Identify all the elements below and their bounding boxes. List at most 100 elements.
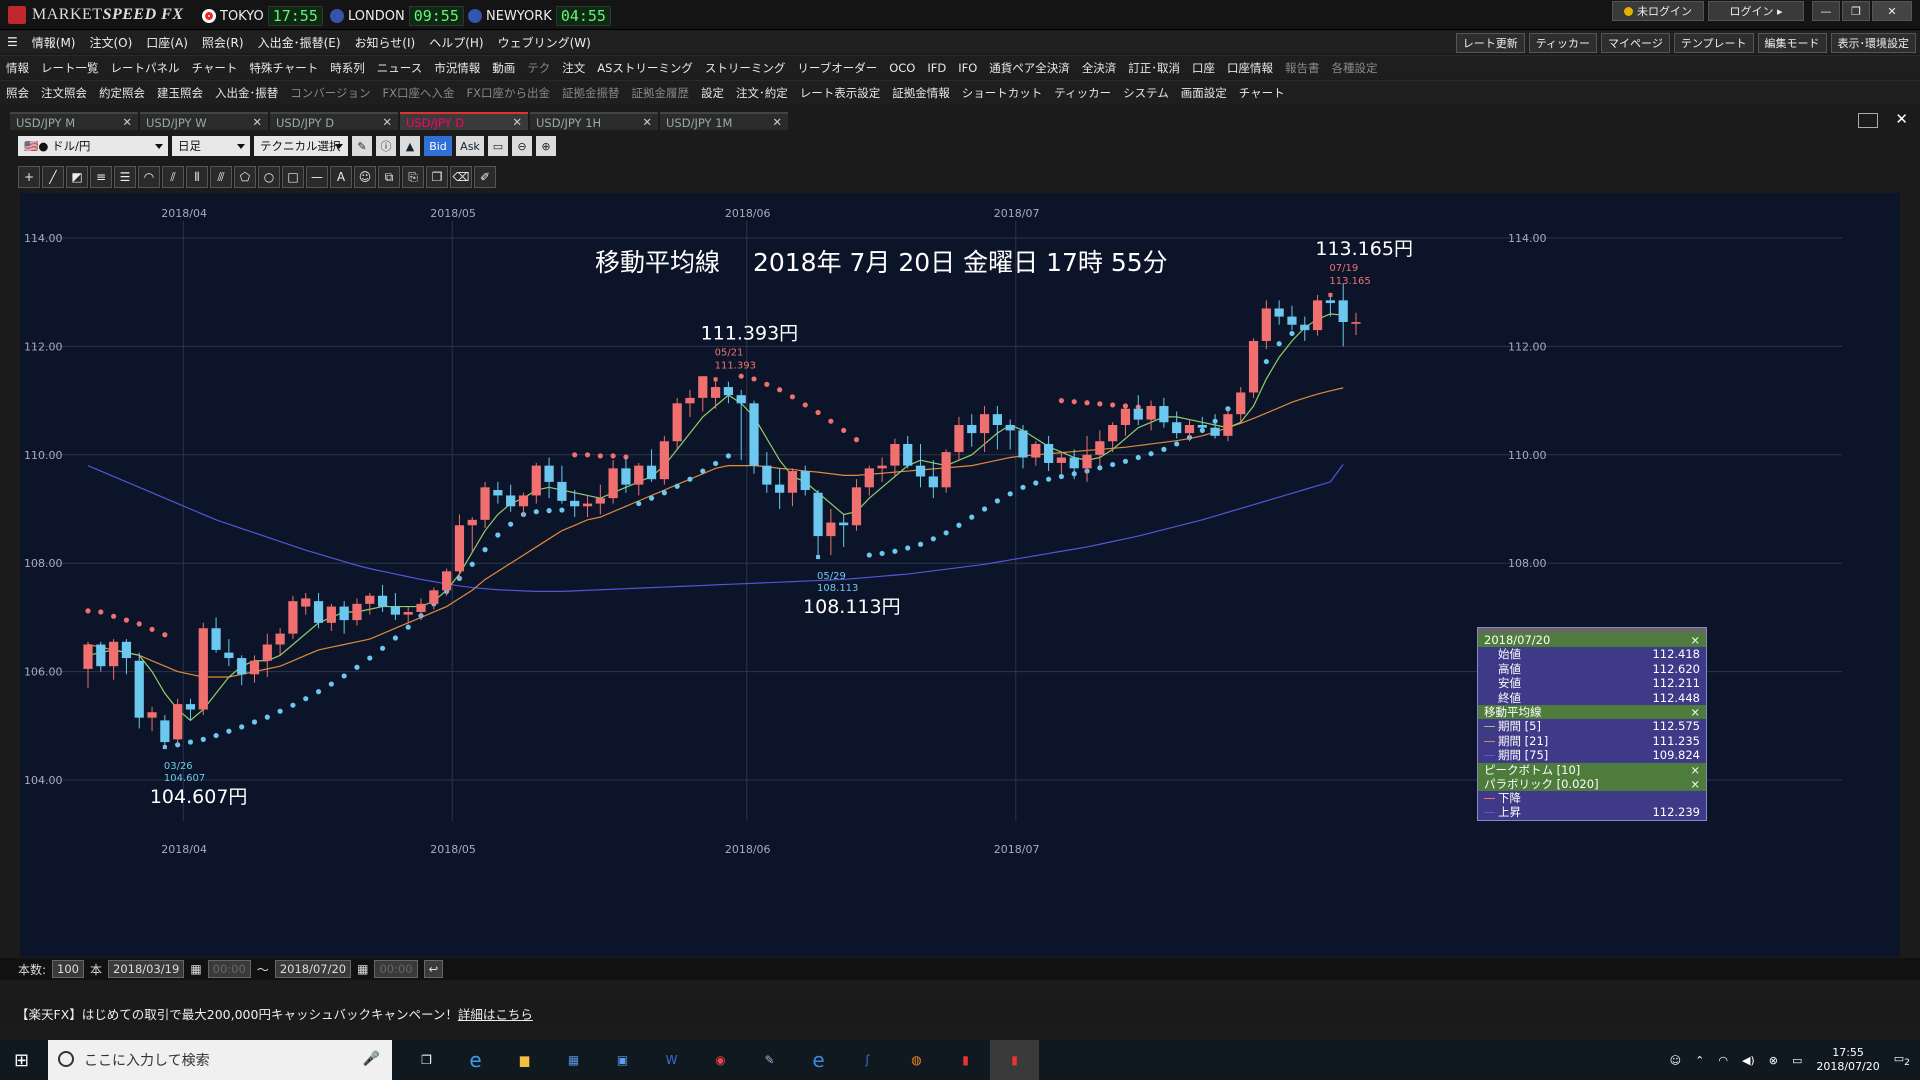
crosshair-icon[interactable]: + (18, 166, 40, 188)
toolbar1-item[interactable]: ストリーミング (699, 60, 792, 76)
tab-chart[interactable]: USD/JPY W ✕ (140, 112, 268, 130)
toolbar1-item[interactable]: チャート (186, 60, 244, 76)
mypage-button[interactable]: マイページ (1601, 33, 1670, 53)
edge-icon[interactable]: e (794, 1040, 843, 1080)
menu-inquiry[interactable]: 照会(R) (195, 34, 251, 51)
rectangle-icon[interactable]: □ (282, 166, 304, 188)
taskbar-search[interactable]: ここに入力して検索 🎤 (48, 1040, 392, 1080)
pen-icon[interactable]: ✎ (352, 136, 372, 156)
trendline-icon[interactable]: ╱ (42, 166, 64, 188)
delete-icon[interactable]: ⌫ (450, 166, 472, 188)
toolbar2-item[interactable]: 証拠金情報 (886, 85, 956, 101)
eraser-icon[interactable]: ◩ (66, 166, 88, 188)
toolbar1-item[interactable]: IFO (952, 61, 983, 75)
toolbar2-item[interactable]: 建玉照会 (151, 85, 209, 101)
channel-icon[interactable]: ⫻ (210, 166, 232, 188)
horizontal-lines-icon[interactable]: ≡ (90, 166, 112, 188)
window-icon[interactable]: ▣ (598, 1040, 647, 1080)
close-icon[interactable]: × (1690, 705, 1700, 719)
to-time-input[interactable]: 00:00 (374, 960, 418, 978)
menu-deposit[interactable]: 入出金･振替(E) (251, 34, 348, 51)
keyboard-icon[interactable]: ▭ (1792, 1054, 1802, 1067)
tab-chart[interactable]: USD/JPY D ✕ (400, 112, 528, 130)
toolbar1-item[interactable]: 報告書 (1279, 60, 1326, 76)
zoom-out-icon[interactable]: ⊖ (512, 136, 532, 156)
toolbar1-item[interactable]: ニュース (371, 60, 428, 76)
toolbar2-item[interactable]: ティッカー (1048, 85, 1117, 101)
ie-icon[interactable]: e (451, 1040, 500, 1080)
calendar-icon[interactable]: ▦ (357, 962, 368, 976)
display-settings-button[interactable]: 表示･環境設定 (1830, 33, 1916, 53)
from-time-input[interactable]: 00:00 (207, 960, 251, 978)
toolbar1-item[interactable]: 通貨ペア全決済 (983, 60, 1076, 76)
orange-app-icon[interactable]: ◍ (892, 1040, 941, 1080)
close-icon[interactable]: × (1690, 633, 1700, 647)
tab-chart[interactable]: USD/JPY 1M ✕ (660, 112, 788, 130)
people-icon[interactable]: ☺ (1670, 1054, 1681, 1067)
toolbar1-item[interactable]: 全決済 (1076, 60, 1123, 76)
close-tab-icon[interactable]: ✕ (382, 115, 392, 129)
ticker-button[interactable]: ティッカー (1528, 33, 1598, 53)
maximize-chart-icon[interactable] (1858, 113, 1878, 128)
toolbar1-item[interactable]: 口座情報 (1221, 60, 1279, 76)
rate-update-button[interactable]: レート更新 (1455, 33, 1525, 53)
calendar-icon[interactable]: ▦ (190, 962, 201, 976)
close-icon[interactable]: × (1690, 777, 1700, 791)
to-date-input[interactable]: 2018/07/20 (274, 960, 352, 978)
text-icon[interactable]: A (330, 166, 352, 188)
task-view-icon[interactable]: ❐ (402, 1040, 451, 1080)
toolbar1-item[interactable]: ASストリーミング (591, 60, 699, 76)
word-icon[interactable]: W (647, 1040, 696, 1080)
menu-toggle-icon[interactable]: ☰ (0, 35, 25, 49)
fan-icon[interactable]: ⫽ (162, 166, 184, 188)
delete-all-icon[interactable]: ✐ (474, 166, 496, 188)
period-select[interactable]: 日足 (172, 136, 250, 156)
refresh-icon[interactable]: ↩ (423, 960, 444, 978)
count-input[interactable]: 100 (52, 960, 84, 978)
toolbar2-item[interactable]: 約定照会 (93, 85, 151, 101)
chart-info-box[interactable]: 2018/07/20 × 始値 112.418 高値 112.620 安値 112.21… (1477, 627, 1707, 821)
fibonacci-icon[interactable]: ☰ (114, 166, 136, 188)
toolbar2-item[interactable]: 証拠金振替 (556, 85, 626, 101)
toolbar2-item[interactable]: 画面設定 (1175, 85, 1233, 101)
marketspeed-fx-icon[interactable]: ▮ (990, 1040, 1039, 1080)
marketspeed-icon[interactable]: ▮ (941, 1040, 990, 1080)
technical-select[interactable]: テクニカル選択 (254, 136, 348, 156)
toolbar1-item[interactable]: テク (521, 60, 556, 76)
currency-pair-select[interactable]: 🇺🇸● ドル/円 (18, 136, 168, 156)
menu-info[interactable]: 情報(M) (25, 34, 83, 51)
vertical-lines-icon[interactable]: ⦀ (186, 166, 208, 188)
menu-help[interactable]: ヘルプ(H) (422, 34, 490, 51)
toolbar1-item[interactable]: 各種設定 (1326, 60, 1384, 76)
toolbar2-item[interactable]: 入出金･振替 (209, 85, 284, 101)
toolbar1-item[interactable]: 注文 (556, 60, 591, 76)
menu-notice[interactable]: お知らせ(I) (348, 34, 423, 51)
info-icon[interactable]: ⓘ (376, 136, 396, 156)
toolbar1-item[interactable]: レートパネル (105, 60, 186, 76)
display-icon[interactable]: ▭ (488, 136, 508, 156)
calculator-icon[interactable]: ▦ (549, 1040, 598, 1080)
close-tab-icon[interactable]: ✕ (642, 115, 652, 129)
toolbar1-item[interactable]: 市況情報 (428, 60, 486, 76)
toolbar1-item[interactable]: 情報 (0, 60, 35, 76)
x-circle-icon[interactable]: ⊗ (1769, 1054, 1778, 1067)
toolbar2-item[interactable]: 証拠金履歴 (626, 85, 696, 101)
close-tab-icon[interactable]: ✕ (512, 115, 522, 129)
tab-chart[interactable]: USD/JPY M ✕ (10, 112, 138, 130)
circle-icon[interactable]: ○ (258, 166, 280, 188)
network-icon[interactable]: ◠ (1718, 1054, 1728, 1067)
menu-order[interactable]: 注文(O) (82, 34, 139, 51)
close-chart-icon[interactable]: ✕ (1895, 110, 1908, 128)
tab-chart[interactable]: USD/JPY 1H ✕ (530, 112, 658, 130)
menu-webring[interactable]: ウェブリング(W) (491, 34, 598, 51)
hline-icon[interactable]: — (306, 166, 328, 188)
chevron-up-icon[interactable]: ⌃ (1695, 1054, 1704, 1067)
toolbar1-item[interactable]: 訂正･取消 (1122, 60, 1186, 76)
microphone-icon[interactable]: 🎤 (363, 1051, 380, 1067)
icon-tool-icon[interactable]: ☺ (354, 166, 376, 188)
toolbar1-item[interactable]: 時系列 (324, 60, 371, 76)
ask-button[interactable]: Ask (456, 136, 484, 156)
tab-chart[interactable]: USD/JPY D ✕ (270, 112, 398, 130)
zoom-in-icon[interactable]: ⊕ (536, 136, 556, 156)
toolbar1-item[interactable]: 動画 (486, 60, 521, 76)
